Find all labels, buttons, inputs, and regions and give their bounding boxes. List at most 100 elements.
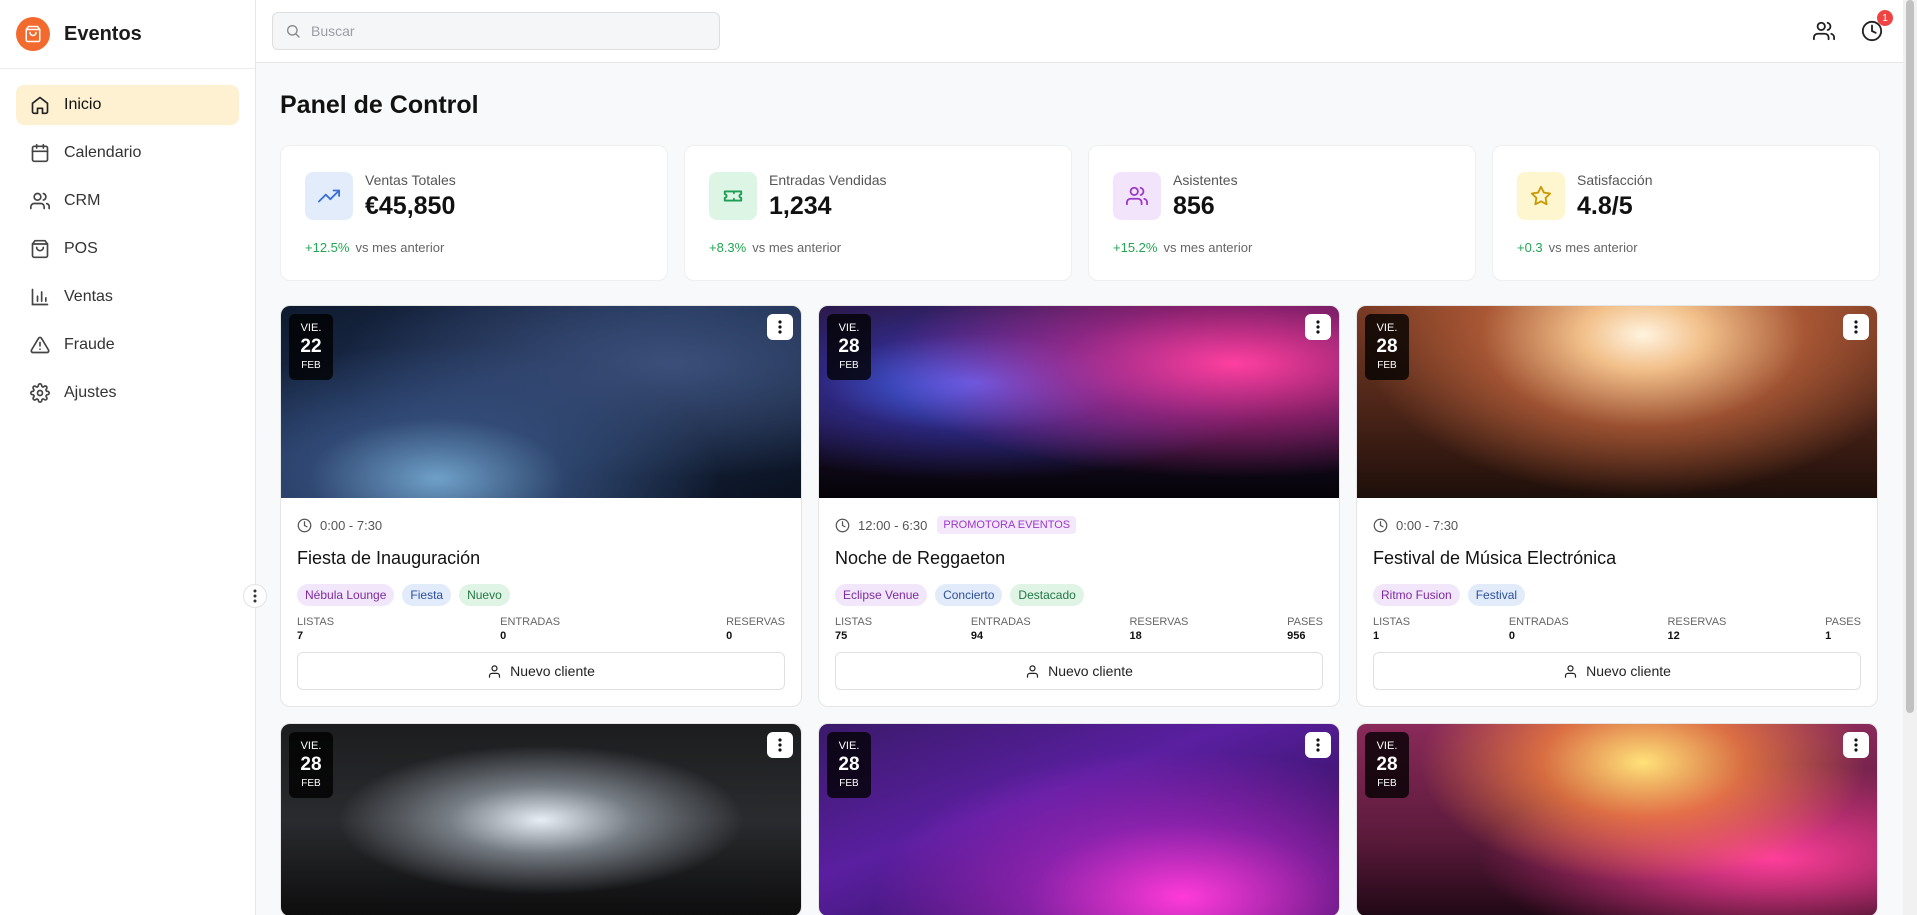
event-tags: Eclipse Venue Concierto Destacado [835, 584, 1323, 606]
event-title[interactable]: Festival de Música Electrónica [1373, 548, 1861, 570]
event-time: 0:00 - 7:30 [1396, 517, 1459, 533]
more-vertical-icon [778, 738, 782, 752]
stat-card: Ventas Totales €45,850 +12.5% vs mes ante… [280, 145, 668, 281]
stat-comparison: vs mes anterior [1548, 240, 1638, 255]
promoter-badge: PROMOTORA EVENTOS [937, 516, 1077, 534]
new-client-button[interactable]: Nuevo cliente [1373, 652, 1861, 690]
stat-delta: +15.2% [1113, 240, 1158, 255]
card-menu-button[interactable] [1843, 314, 1869, 340]
event-tag: Fiesta [402, 584, 452, 606]
new-client-button[interactable]: Nuevo cliente [835, 652, 1323, 690]
date-badge: VIE. 28 FEB [1365, 732, 1409, 798]
clock-icon [297, 518, 312, 532]
metric-value: 18 [1129, 630, 1142, 642]
metric-label: ENTRADAS [1508, 616, 1569, 628]
event-time-row: 0:00 - 7:30 [297, 516, 785, 534]
date-weekday: VIE. [300, 322, 322, 334]
event-image[interactable]: VIE. 28 FEB [1357, 724, 1877, 915]
event-card-body: 0:00 - 7:30 Fiesta de Inauguración Nébul… [281, 498, 801, 706]
new-client-label: Nuevo cliente [510, 663, 595, 679]
card-menu-button[interactable] [767, 314, 793, 340]
stat-label: Asistentes [1173, 172, 1238, 188]
stat-value: €45,850 [365, 192, 456, 220]
date-day: 28 [838, 336, 860, 357]
new-client-button[interactable]: Nuevo cliente [297, 652, 785, 690]
new-client-label: Nuevo cliente [1586, 663, 1671, 679]
date-month: FEB [839, 778, 859, 789]
event-card-body: 12:00 - 6:30 PROMOTORA EVENTOS Noche de … [819, 498, 1339, 706]
sidebar-item-calendario[interactable]: Calendario [16, 133, 239, 173]
stat-delta: +8.3% [709, 240, 747, 255]
card-menu-button[interactable] [767, 732, 793, 758]
event-cards-grid: VIE. 22 FEB 0:00 - 7:30 Fiesta de Inaugu… [280, 305, 1880, 915]
card-menu-button[interactable] [1305, 732, 1331, 758]
search-input[interactable] [311, 23, 691, 39]
event-card[interactable]: VIE. 22 FEB 0:00 - 7:30 Fiesta de Inaugu… [280, 305, 802, 707]
calendar-icon [31, 143, 49, 163]
scrollbar[interactable] [1903, 0, 1917, 915]
event-card[interactable]: VIE. 28 FEB 0:00 - 7:30 Festival de Músi… [1356, 305, 1878, 707]
stat-card: Entradas Vendidas 1,234 +8.3% vs mes ante… [684, 145, 1072, 281]
stat-delta: +0.3 [1517, 240, 1543, 255]
event-metric: ENTRADAS 94 [971, 616, 1031, 642]
stat-change: +8.3% vs mes anterior [709, 240, 841, 255]
card-menu-button[interactable] [1305, 314, 1331, 340]
event-card-body: 0:00 - 7:30 Festival de Música Electróni… [1357, 498, 1877, 706]
date-badge: VIE. 28 FEB [827, 314, 871, 380]
metric-value: 12 [1667, 630, 1680, 642]
notification-badge: 1 [1877, 10, 1893, 26]
stat-value: 1,234 [769, 192, 832, 220]
event-card[interactable]: VIE. 28 FEB [818, 723, 1340, 915]
scrollbar-thumb[interactable] [1906, 0, 1914, 713]
metric-value: 1 [1373, 630, 1380, 642]
event-tag: Eclipse Venue [835, 584, 928, 606]
metric-label: ENTRADAS [500, 616, 561, 628]
sidebar-item-inicio[interactable]: Inicio [16, 85, 239, 125]
users-button[interactable] [1811, 18, 1837, 44]
event-metric: RESERVAS 0 [726, 616, 785, 642]
search-box[interactable] [272, 12, 720, 50]
metric-label: PASES [1825, 616, 1861, 628]
event-card[interactable]: VIE. 28 FEB 12:00 - 6:30 PROMOTORA EVENT… [818, 305, 1340, 707]
event-image[interactable]: VIE. 28 FEB [819, 724, 1339, 915]
metric-value: 94 [970, 630, 984, 642]
event-time-row: 12:00 - 6:30 PROMOTORA EVENTOS [835, 516, 1323, 534]
shopping-bag-icon [31, 239, 49, 259]
shopping-bag-icon[interactable] [16, 17, 50, 51]
date-weekday: VIE. [300, 740, 322, 752]
stat-comparison: vs mes anterior [355, 240, 445, 255]
date-month: FEB [301, 360, 321, 371]
event-image[interactable]: VIE. 28 FEB [281, 724, 801, 915]
sidebar-item-ventas[interactable]: Ventas [16, 277, 239, 317]
metric-label: RESERVAS [726, 616, 785, 628]
event-metric: ENTRADAS 0 [500, 616, 560, 642]
event-title[interactable]: Noche de Reggaeton [835, 548, 1323, 570]
sidebar-item-crm[interactable]: CRM [16, 181, 239, 221]
sidebar-item-label: CRM [64, 192, 101, 209]
metric-value: 7 [297, 630, 304, 642]
topbar-actions: 1 [1811, 10, 1893, 44]
metric-value: 0 [1508, 630, 1515, 642]
trending-up-icon [305, 172, 353, 220]
user-icon [1026, 664, 1039, 678]
event-tags: Nébula Lounge Fiesta Nuevo [297, 584, 785, 606]
card-menu-button[interactable] [1843, 732, 1869, 758]
event-card[interactable]: VIE. 28 FEB [1356, 723, 1878, 915]
history-button[interactable]: 1 [1859, 10, 1893, 44]
dashboard-content: Panel de Control Ventas Totales €45,850 … [280, 63, 1880, 915]
event-image[interactable]: VIE. 22 FEB [281, 306, 801, 498]
stat-change: +12.5% vs mes anterior [305, 240, 444, 255]
date-month: FEB [1377, 360, 1397, 371]
topbar: 1 [256, 0, 1917, 63]
sidebar-item-pos[interactable]: POS [16, 229, 239, 269]
sidebar-item-label: Ventas [64, 288, 113, 305]
event-image[interactable]: VIE. 28 FEB [1357, 306, 1877, 498]
sidebar-item-fraude[interactable]: Fraude [16, 325, 239, 365]
event-card[interactable]: VIE. 28 FEB [280, 723, 802, 915]
user-icon [1564, 664, 1577, 678]
sidebar-item-ajustes[interactable]: Ajustes [16, 373, 239, 413]
stats-row: Ventas Totales €45,850 +12.5% vs mes ante… [280, 145, 1880, 281]
clock-icon [1373, 518, 1388, 532]
event-image[interactable]: VIE. 28 FEB [819, 306, 1339, 498]
event-title[interactable]: Fiesta de Inauguración [297, 548, 785, 570]
